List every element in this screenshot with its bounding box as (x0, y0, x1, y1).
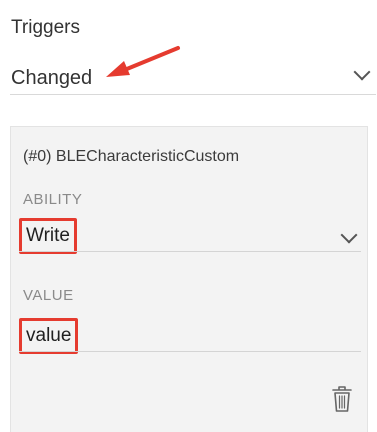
value-label: VALUE (23, 287, 74, 304)
trigger-editor: Triggers Changed (#0) BLECharacteristicC… (0, 0, 377, 432)
action-card: (#0) BLECharacteristicCustom ABILITY Wri… (10, 126, 368, 432)
trash-icon[interactable] (331, 384, 353, 414)
chevron-down-icon (353, 63, 371, 81)
value-input[interactable]: value (19, 318, 79, 354)
value-underline (19, 351, 361, 352)
card-title: (#0) BLECharacteristicCustom (23, 148, 240, 165)
ability-label: ABILITY (23, 191, 83, 208)
trigger-select[interactable]: Changed (10, 58, 376, 95)
ability-select[interactable]: Write (19, 218, 77, 254)
arrow-icon (106, 46, 180, 77)
triggers-heading: Triggers (11, 17, 80, 38)
chevron-down-icon (340, 226, 358, 244)
ability-underline (19, 251, 361, 252)
trigger-selected-value: Changed (11, 67, 93, 89)
